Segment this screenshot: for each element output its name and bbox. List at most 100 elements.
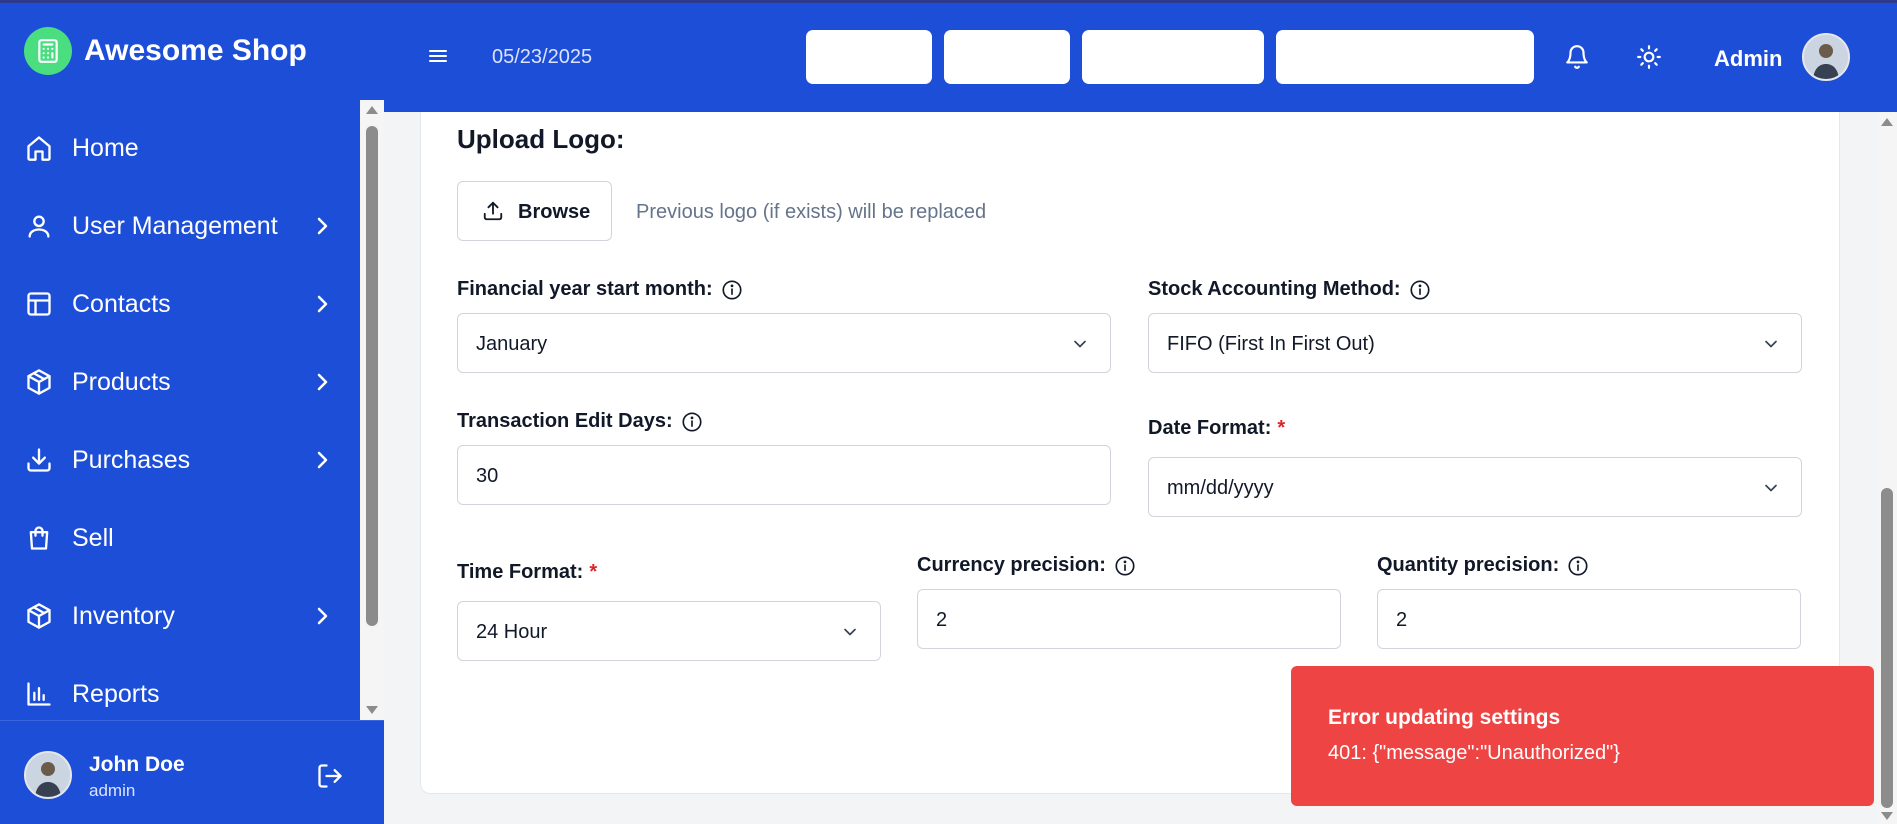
time-format-select[interactable]: 24 Hour — [457, 601, 881, 661]
sidebar: Awesome Shop Home User Management Contac… — [0, 0, 384, 824]
brand[interactable]: Awesome Shop — [24, 26, 307, 76]
avatar[interactable] — [1802, 33, 1850, 81]
edit-days-label: Transaction Edit Days: — [457, 410, 703, 433]
chevron-right-icon — [317, 607, 328, 625]
scroll-up-arrow[interactable] — [1881, 118, 1893, 126]
sidebar-item-reports[interactable]: Reports — [0, 664, 360, 720]
top-accent-strip — [0, 0, 1897, 3]
financial-year-select[interactable]: January — [457, 313, 1111, 373]
quantity-precision-input[interactable]: 2 — [1377, 589, 1801, 649]
sidebar-item-label: Home — [72, 133, 139, 162]
chevron-down-icon — [1074, 340, 1086, 348]
sidebar-item-products[interactable]: Products — [0, 352, 360, 412]
sidebar-item-inventory[interactable]: Inventory — [0, 586, 360, 646]
top-header: 05/23/2025 Admin — [384, 0, 1897, 112]
sidebar-item-label: Purchases — [72, 445, 191, 474]
user-icon — [24, 211, 54, 241]
quantity-precision-label-text: Quantity precision: — [1377, 554, 1560, 576]
user-name: John Doe — [89, 753, 185, 776]
avatar — [24, 751, 72, 799]
scroll-up-arrow[interactable] — [366, 106, 378, 114]
sidebar-item-label: Products — [72, 367, 171, 396]
main-scrollbar[interactable] — [1877, 112, 1897, 824]
time-format-label-text: Time Format: — [457, 561, 584, 583]
header-user-label[interactable]: Admin — [1714, 46, 1782, 72]
stock-method-label: Stock Accounting Method: — [1148, 278, 1431, 301]
currency-precision-label-text: Currency precision: — [917, 554, 1106, 576]
scroll-down-arrow[interactable] — [1881, 812, 1893, 820]
date-format-select[interactable]: mm/dd/yyyy — [1148, 457, 1802, 517]
time-format-label: Time Format: * — [457, 561, 597, 584]
upload-icon — [483, 201, 503, 221]
layout-icon — [24, 289, 54, 319]
financial-year-value: January — [476, 333, 548, 355]
currency-precision-input[interactable]: 2 — [917, 589, 1341, 649]
financial-year-label-text: Financial year start month: — [457, 278, 713, 300]
current-date: 05/23/2025 — [492, 46, 593, 68]
sidebar-scrollbar[interactable] — [360, 100, 384, 720]
sidebar-item-label: Inventory — [72, 601, 175, 630]
sidebar-item-home[interactable]: Home — [0, 118, 360, 178]
chevron-right-icon — [317, 217, 328, 235]
sidebar-item-label: Reports — [72, 679, 160, 708]
user-role: admin — [89, 781, 136, 800]
package-icon — [24, 367, 54, 397]
sidebar-item-contacts[interactable]: Contacts — [0, 274, 360, 334]
currency-precision-label: Currency precision: — [917, 554, 1136, 577]
chevron-down-icon — [1765, 484, 1777, 492]
header-action-button-3[interactable] — [1082, 30, 1264, 84]
browse-label: Browse — [518, 201, 591, 223]
edit-days-input[interactable]: 30 — [457, 445, 1111, 505]
sidebar-item-label: Sell — [72, 523, 114, 552]
sidebar-item-user-management[interactable]: User Management — [0, 196, 360, 256]
brand-name: Awesome Shop — [84, 34, 307, 67]
stock-method-select[interactable]: FIFO (First In First Out) — [1148, 313, 1802, 373]
sun-icon[interactable] — [1636, 44, 1662, 70]
upload-logo-title: Upload Logo: — [457, 124, 625, 154]
download-icon — [24, 445, 54, 475]
info-icon[interactable] — [1409, 279, 1431, 301]
logout-icon[interactable] — [316, 762, 344, 790]
stock-method-value: FIFO (First In First Out) — [1167, 333, 1375, 355]
menu-icon[interactable] — [426, 44, 450, 68]
bell-icon[interactable] — [1564, 44, 1590, 70]
shopping-bag-icon — [24, 523, 54, 553]
info-icon[interactable] — [681, 411, 703, 433]
quantity-precision-value: 2 — [1396, 609, 1408, 631]
info-icon[interactable] — [1114, 555, 1136, 577]
date-format-label-text: Date Format: — [1148, 417, 1272, 439]
sidebar-nav: Home User Management Contacts Products P… — [0, 100, 360, 720]
header-action-button-2[interactable] — [944, 30, 1070, 84]
sidebar-item-purchases[interactable]: Purchases — [0, 430, 360, 490]
stock-method-label-text: Stock Accounting Method: — [1148, 278, 1401, 300]
scroll-down-arrow[interactable] — [366, 706, 378, 714]
info-icon[interactable] — [721, 279, 743, 301]
date-format-value: mm/dd/yyyy — [1167, 477, 1274, 499]
time-format-value: 24 Hour — [476, 621, 548, 643]
financial-year-label: Financial year start month: — [457, 278, 743, 301]
chevron-down-icon — [844, 628, 856, 636]
toast-message: 401: {"message":"Unauthorized"} — [1328, 742, 1620, 764]
chevron-right-icon — [317, 373, 328, 391]
error-toast[interactable]: Error updating settings 401: {"message":… — [1291, 666, 1874, 806]
sidebar-item-sell[interactable]: Sell — [0, 508, 360, 568]
chevron-right-icon — [317, 295, 328, 313]
browse-hint: Previous logo (if exists) will be replac… — [636, 201, 987, 223]
scrollbar-thumb[interactable] — [366, 126, 378, 626]
toast-title: Error updating settings — [1328, 706, 1561, 729]
edit-days-label-text: Transaction Edit Days: — [457, 410, 673, 432]
package-icon — [24, 601, 54, 631]
browse-button[interactable]: Browse — [457, 181, 612, 241]
scrollbar-thumb[interactable] — [1881, 488, 1893, 808]
header-action-button-4[interactable] — [1276, 30, 1534, 84]
calculator-icon — [24, 27, 72, 75]
edit-days-value: 30 — [476, 465, 499, 487]
sidebar-item-label: Contacts — [72, 289, 171, 318]
info-icon[interactable] — [1567, 555, 1589, 577]
header-action-button-1[interactable] — [806, 30, 932, 84]
currency-precision-value: 2 — [936, 609, 948, 631]
date-format-label: Date Format: * — [1148, 417, 1285, 440]
home-icon — [24, 133, 54, 163]
quantity-precision-label: Quantity precision: — [1377, 554, 1589, 577]
required-marker: * — [1277, 417, 1286, 439]
